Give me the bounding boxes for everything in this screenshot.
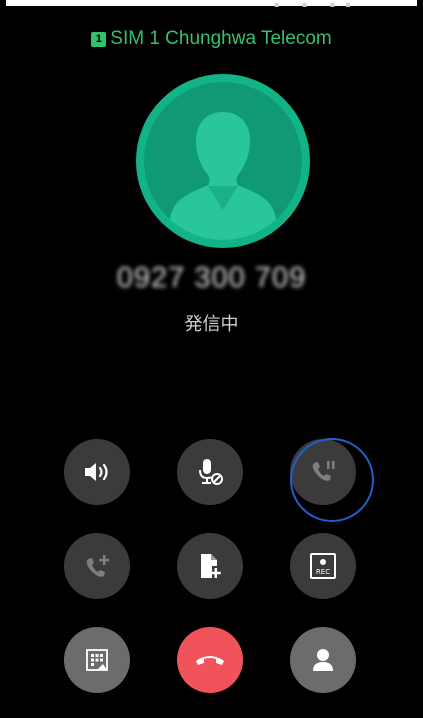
record-label: REC <box>316 568 330 576</box>
speaker-icon <box>85 463 108 481</box>
add-note-button[interactable] <box>177 533 243 599</box>
contact-icon <box>313 649 333 671</box>
dialpad-button[interactable] <box>64 627 130 693</box>
sim-badge: 1 <box>91 32 107 47</box>
call-status: 発信中 <box>184 314 239 335</box>
record-button[interactable]: REC <box>290 533 356 599</box>
mute-button[interactable] <box>177 439 243 505</box>
contacts-button[interactable] <box>290 627 356 693</box>
sim-label: SIM 1 Chunghwa Telecom <box>110 28 332 49</box>
sim-indicator: 1 SIM 1 Chunghwa Telecom <box>6 28 417 50</box>
dialpad-icon <box>86 649 108 671</box>
end-call-icon <box>196 656 224 665</box>
status-icons: ▪ ▪ ▪▪ <box>274 0 361 9</box>
add-call-icon <box>86 555 110 577</box>
call-screen: ▪ ▪ ▪▪ 1 SIM 1 Chunghwa Telecom 0927 300 … <box>6 0 417 712</box>
contact-avatar <box>136 74 310 248</box>
phone-number: 0927 300 709 <box>116 262 307 294</box>
focus-ring <box>290 438 374 522</box>
record-icon: REC <box>310 553 336 579</box>
avatar-silhouette <box>144 82 302 240</box>
end-call-button[interactable] <box>177 627 243 693</box>
person-icon <box>168 112 278 240</box>
mute-mic-icon <box>199 459 223 485</box>
speaker-button[interactable] <box>64 439 130 505</box>
add-call-button[interactable] <box>64 533 130 599</box>
add-note-icon <box>201 554 221 578</box>
